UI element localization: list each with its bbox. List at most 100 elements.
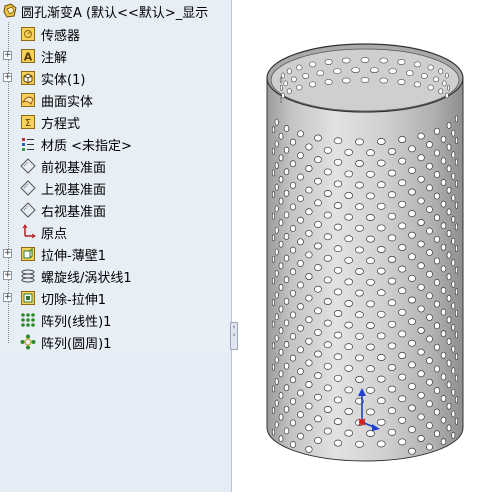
linear-pattern-icon [20, 312, 36, 328]
perforation-hole [323, 190, 332, 197]
perforation-hole [454, 331, 459, 339]
perforation-hole [274, 270, 279, 277]
perforation-hole [387, 212, 397, 220]
perforation-hole [377, 440, 386, 448]
perforation-hole [433, 343, 441, 351]
tree-item-thin-extrude[interactable]: + 拉伸-薄壁1 [0, 243, 231, 265]
perforation-hole [433, 149, 441, 157]
perforation-hole [344, 235, 354, 243]
perforation-hole [278, 154, 284, 162]
tree-item-circular-pattern[interactable]: 阵列(圆周)1 [0, 331, 231, 353]
perforation-hole [417, 370, 425, 378]
perforation-hole [426, 141, 433, 149]
tree-item-sensors[interactable]: 传感器 [0, 23, 231, 45]
perforation-hole [271, 147, 276, 155]
perforation-hole [323, 384, 332, 392]
perforation-hole [387, 407, 397, 415]
perforation-hole [408, 447, 416, 455]
expand-toggle[interactable]: + [3, 249, 12, 258]
perforation-hole [305, 294, 313, 302]
perforation-hole [344, 429, 354, 437]
sensor-icon [20, 26, 36, 42]
perforation-hole [446, 294, 452, 302]
perforation-hole [297, 346, 304, 354]
perforation-hole [314, 328, 322, 336]
tree-item-top-plane[interactable]: 上视基准面 [0, 177, 231, 199]
perforation-hole [398, 179, 407, 187]
perforation-hole [388, 68, 397, 74]
perforation-hole [286, 68, 292, 75]
perforation-hole [387, 277, 397, 285]
perforation-hole [426, 162, 433, 170]
tree-item-origin[interactable]: 原点 [0, 221, 231, 243]
tree-item-right-plane[interactable]: 右视基准面 [0, 199, 231, 221]
tree-item-annotations[interactable]: + A 注解 [0, 45, 231, 67]
perforation-hole [426, 400, 433, 408]
perforation-hole [451, 259, 456, 267]
perforation-hole [278, 413, 284, 421]
tree-item-helix[interactable]: + 螺旋线/涡状线1 [0, 265, 231, 287]
perforation-hole [377, 224, 386, 232]
perforation-hole [377, 310, 386, 318]
perforation-hole [426, 378, 433, 386]
plane-icon [20, 158, 36, 174]
perforation-hole [417, 435, 425, 442]
perforation-hole [271, 277, 276, 285]
perforation-hole [433, 408, 441, 416]
graphics-viewport[interactable] [238, 0, 499, 492]
perforation-hole [440, 395, 447, 402]
perforation-hole [446, 316, 452, 324]
perforation-hole [289, 354, 297, 362]
perforation-hole [426, 421, 433, 429]
panel-collapse-handle[interactable]: ‹ ‹ [230, 322, 238, 350]
tree-item-label: 传感器 [41, 28, 81, 44]
perforation-hole [333, 202, 343, 209]
perforation-hole [366, 235, 375, 243]
perforation-hole [445, 92, 449, 99]
perforation-hole [377, 159, 386, 167]
perforation-hole [445, 72, 449, 79]
tree-root-item[interactable]: 圆孔渐变A (默认<<默认>_显示 [0, 0, 231, 22]
perforation-hole [333, 310, 343, 317]
expand-toggle[interactable]: + [3, 51, 12, 60]
perforation-hole [297, 432, 304, 440]
perforation-hole [387, 320, 397, 328]
perforation-hole [333, 331, 343, 339]
perforation-hole [344, 408, 354, 415]
tree-empty-area [0, 354, 231, 492]
perforation-hole [333, 439, 343, 447]
tree-item-label: 阵列(圆周)1 [41, 336, 112, 352]
expand-toggle[interactable]: + [3, 271, 12, 280]
tree-item-surface-bodies[interactable]: 曲面实体 [0, 89, 231, 111]
perforated-cylinder-model[interactable] [238, 0, 499, 492]
perforation-hole [333, 288, 343, 296]
tree-item-equations[interactable]: Σ 方程式 [0, 111, 231, 133]
perforation-hole [451, 302, 456, 310]
perforation-hole [289, 441, 297, 448]
tree-item-front-plane[interactable]: 前视基准面 [0, 155, 231, 177]
perforation-hole [289, 203, 297, 211]
expand-toggle[interactable]: + [3, 73, 12, 82]
perforation-hole [279, 97, 283, 103]
perforation-hole [271, 169, 276, 177]
expand-toggle[interactable]: + [3, 293, 12, 302]
perforation-hole [323, 233, 332, 241]
tree-item-cut-extrude[interactable]: + 切除-拉伸1 [0, 287, 231, 309]
material-icon [20, 136, 36, 152]
tree-item-label: 注解 [41, 50, 68, 66]
perforation-hole [440, 330, 447, 338]
perforation-hole [305, 229, 313, 237]
perforation-hole [379, 77, 388, 84]
perforation-hole [289, 397, 297, 405]
perforation-hole [440, 200, 447, 208]
perforation-hole [454, 137, 459, 144]
perforation-hole [398, 136, 407, 143]
perforation-hole [417, 413, 425, 421]
perforation-hole [440, 438, 447, 446]
tree-item-linear-pattern[interactable]: 阵列(线性)1 [0, 309, 231, 331]
tree-item-solid-bodies[interactable]: + 实体(1) [0, 67, 231, 89]
tree-item-label: 前视基准面 [41, 160, 107, 176]
perforation-hole [366, 343, 375, 351]
tree-item-material[interactable]: 材质 <未指定> [0, 133, 231, 155]
perforation-hole [333, 158, 343, 166]
